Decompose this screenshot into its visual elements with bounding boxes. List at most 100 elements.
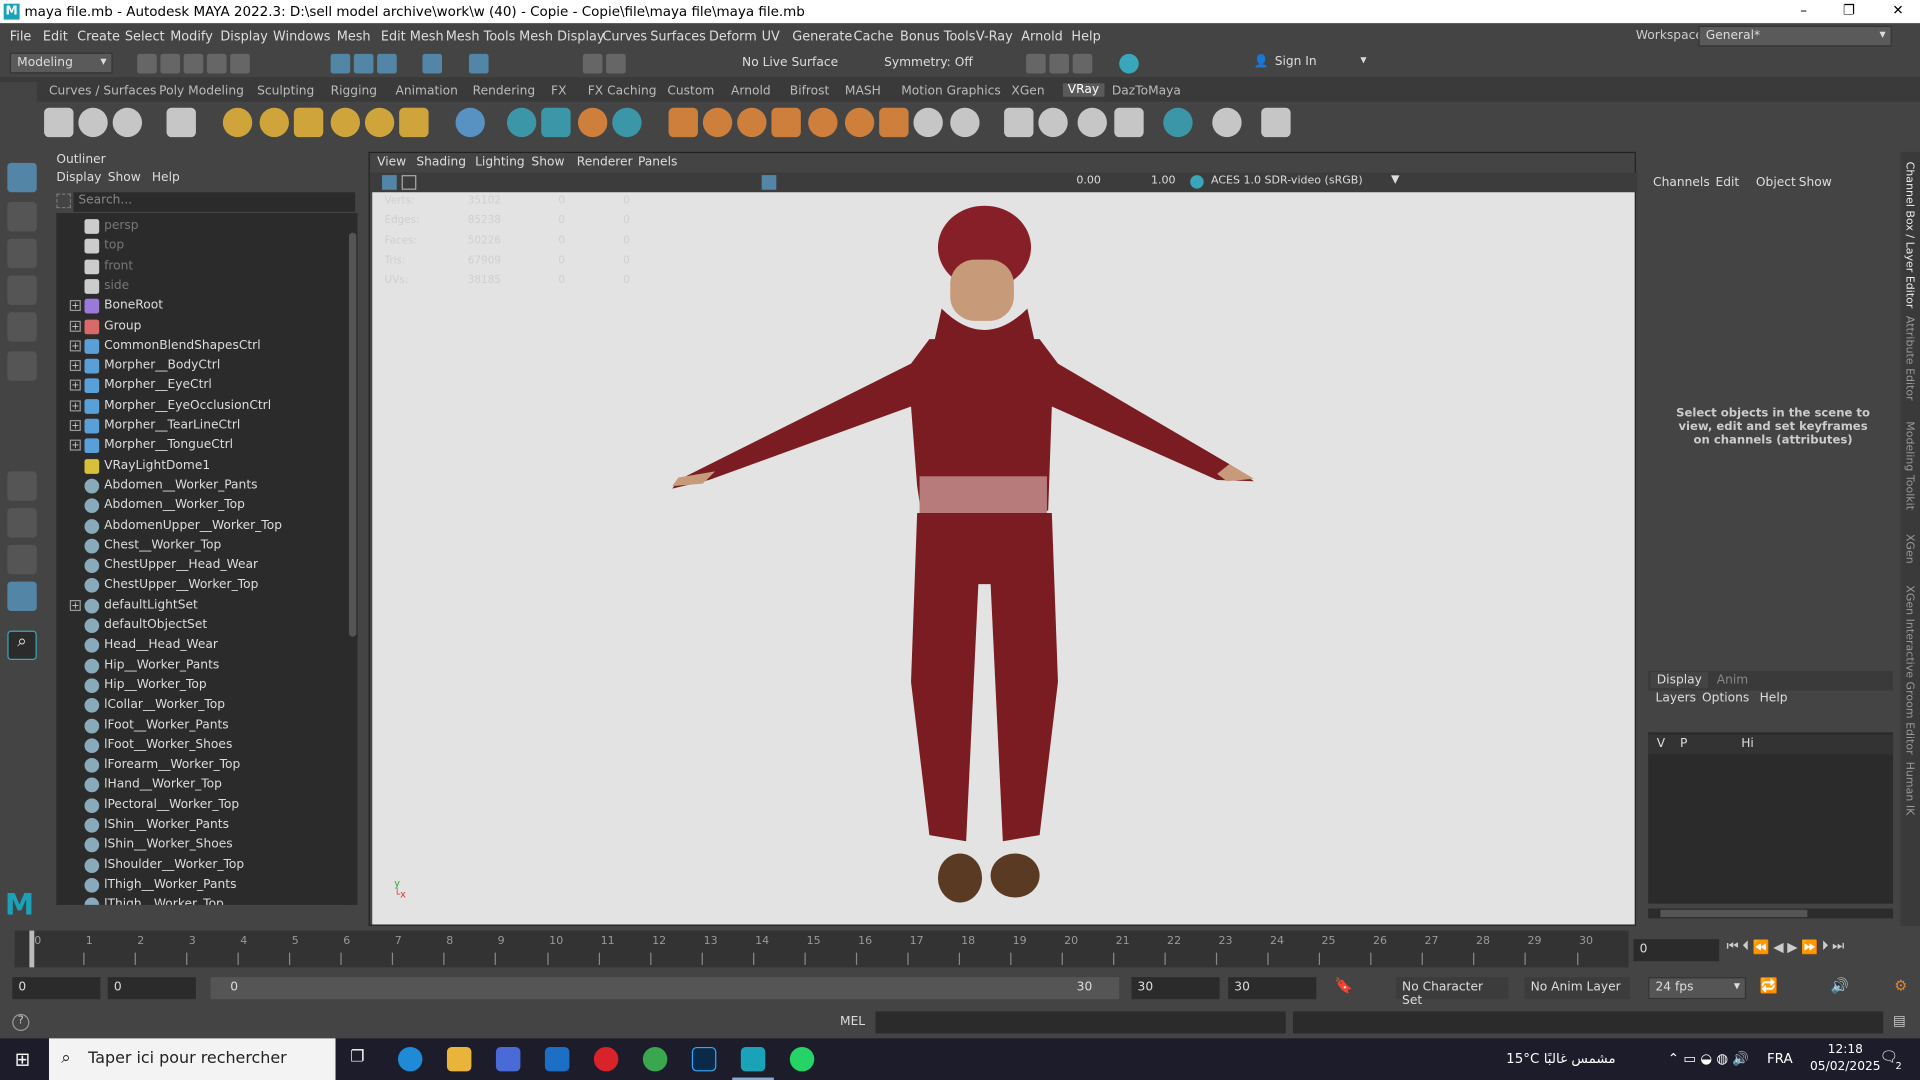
menu-display[interactable]: Display bbox=[220, 29, 267, 44]
sound-icon[interactable]: 🔊 bbox=[1831, 977, 1849, 994]
shelf-tool-icon[interactable] bbox=[541, 107, 571, 138]
shelf-tool-icon[interactable] bbox=[1114, 107, 1144, 138]
outliner-item[interactable]: ChestUpper__Head_Wear bbox=[56, 556, 350, 576]
tab-shelf-motion-graphics[interactable]: Motion Graphics bbox=[901, 84, 1000, 97]
go-to-end-icon[interactable]: ⏭ bbox=[1832, 938, 1844, 955]
photoshop-icon[interactable] bbox=[691, 1046, 717, 1072]
menu-edit-mesh[interactable]: Edit Mesh bbox=[381, 29, 444, 44]
menu-create[interactable]: Create bbox=[77, 29, 120, 44]
shelf-tool-icon[interactable] bbox=[364, 107, 395, 138]
go-to-start-icon[interactable]: ⏮ bbox=[1727, 938, 1739, 955]
outliner-item[interactable]: Abdomen__Worker_Top bbox=[56, 496, 350, 516]
outliner-item[interactable]: + Morpher__EyeOcclusionCtrl bbox=[56, 396, 350, 416]
outliner-item[interactable]: + Morpher__TearLineCtrl bbox=[56, 416, 350, 436]
tab-shelf-daztomaya[interactable]: DazToMaya bbox=[1112, 84, 1181, 97]
expand-icon[interactable]: + bbox=[69, 320, 81, 332]
undo-icon[interactable] bbox=[206, 53, 227, 74]
play-forward-icon[interactable]: ▶ bbox=[1787, 939, 1797, 955]
select-hierarchy-icon[interactable] bbox=[330, 53, 351, 74]
shaded-icon[interactable] bbox=[761, 175, 777, 190]
outliner-item[interactable]: + BoneRoot bbox=[56, 297, 350, 317]
minimize-button[interactable]: – bbox=[1791, 2, 1815, 18]
live-surface-label[interactable]: No Live Surface bbox=[742, 56, 838, 69]
character-set-dropdown[interactable]: No Character Set bbox=[1395, 977, 1509, 1008]
outliner-item[interactable]: lForearm__Worker_Top bbox=[56, 756, 350, 776]
expand-icon[interactable]: + bbox=[69, 599, 81, 611]
outliner-item[interactable]: lShin__Worker_Shoes bbox=[56, 835, 350, 855]
lasso-tool-icon[interactable] bbox=[7, 202, 37, 232]
redo-icon[interactable] bbox=[230, 53, 250, 74]
select-camera-icon[interactable] bbox=[382, 175, 397, 190]
shelf-tool-icon[interactable] bbox=[78, 107, 108, 138]
viewport-menu-view[interactable]: View bbox=[377, 156, 406, 169]
two-view-layout-icon[interactable] bbox=[7, 544, 37, 575]
outliner-item[interactable]: + Morpher__TongueCtrl bbox=[56, 436, 350, 456]
menu-help[interactable]: Help bbox=[1071, 29, 1100, 44]
exposure-value[interactable]: 0.00 bbox=[1076, 175, 1101, 187]
paint-select-tool-icon[interactable] bbox=[7, 238, 37, 269]
help-icon[interactable]: ? bbox=[12, 1013, 30, 1032]
outliner-item[interactable]: lThigh__Worker_Pants bbox=[56, 875, 350, 895]
file-explorer-icon[interactable] bbox=[446, 1046, 472, 1072]
expand-icon[interactable]: + bbox=[69, 439, 81, 451]
anim-layer-dropdown[interactable]: No Anim Layer bbox=[1524, 977, 1630, 1000]
tab-shelf-bifrost[interactable]: Bifrost bbox=[790, 84, 830, 97]
menu-bonus-tools[interactable]: Bonus Tools bbox=[900, 29, 975, 44]
menu-mesh-tools[interactable]: Mesh Tools bbox=[446, 29, 516, 44]
symmetry-label[interactable]: Symmetry: Off bbox=[884, 56, 973, 69]
tab-shelf-vray[interactable]: VRay bbox=[1062, 83, 1105, 97]
outliner-item[interactable]: Abdomen__Worker_Pants bbox=[56, 476, 350, 496]
whatsapp-icon[interactable] bbox=[789, 1046, 815, 1072]
tab-shelf-mash[interactable]: MASH bbox=[845, 84, 881, 97]
shelf-tool-icon[interactable] bbox=[808, 107, 838, 138]
expand-icon[interactable]: + bbox=[69, 360, 81, 372]
shelf-tool-icon[interactable] bbox=[1038, 107, 1068, 138]
viewport-menu-lighting[interactable]: Lighting bbox=[475, 156, 524, 169]
shelf-tool-icon[interactable] bbox=[222, 107, 253, 138]
shelf-tool-icon[interactable] bbox=[1212, 107, 1242, 138]
tab-shelf-sculpting[interactable]: Sculpting bbox=[257, 84, 314, 97]
outlook-icon[interactable] bbox=[544, 1046, 570, 1072]
character-model[interactable] bbox=[372, 192, 1634, 924]
outliner-item[interactable]: lPectoral__Worker_Top bbox=[56, 796, 350, 816]
shelf-tool-icon[interactable] bbox=[771, 107, 801, 138]
menu-cache[interactable]: Cache bbox=[853, 29, 893, 44]
select-object-icon[interactable] bbox=[353, 53, 374, 74]
outliner-scrollbar[interactable] bbox=[347, 213, 358, 905]
snap-point-icon[interactable] bbox=[468, 53, 489, 74]
render-settings-icon[interactable] bbox=[1072, 53, 1093, 74]
cb-menu-show[interactable]: Show bbox=[1799, 176, 1832, 189]
select-component-icon[interactable] bbox=[377, 53, 397, 74]
sign-in-button[interactable]: Sign In bbox=[1268, 52, 1372, 74]
clock-date[interactable]: 05/02/2025 bbox=[1802, 1060, 1888, 1073]
maximize-button[interactable]: ❐ bbox=[1837, 2, 1861, 18]
outliner-item[interactable]: Head__Head_Wear bbox=[56, 636, 350, 656]
layer-menu-layers[interactable]: Layers bbox=[1656, 692, 1697, 705]
outliner-menu-help[interactable]: Help bbox=[152, 171, 180, 184]
menu-v-ray[interactable]: V-Ray bbox=[976, 29, 1013, 44]
menu-windows[interactable]: Windows bbox=[273, 29, 330, 44]
playback-start-field[interactable]: 0 bbox=[107, 977, 196, 1000]
side-tab-xgen-interactive-groom-editor[interactable]: XGen Interactive Groom Editor bbox=[1903, 585, 1915, 754]
bookmark-icon[interactable]: 🔖 bbox=[1335, 977, 1353, 994]
step-back-frame-icon[interactable]: ⏴ bbox=[1742, 938, 1749, 955]
task-view-icon[interactable]: ❐ bbox=[350, 1048, 364, 1066]
viewport-menu-panels[interactable]: Panels bbox=[638, 156, 677, 169]
outliner-item[interactable]: front bbox=[56, 257, 350, 277]
layer-playback-toggle[interactable]: P bbox=[1680, 737, 1687, 750]
scale-tool-icon[interactable] bbox=[7, 351, 37, 381]
side-tab-modeling-toolkit[interactable]: Modeling Toolkit bbox=[1903, 421, 1915, 510]
shelf-tool-icon[interactable] bbox=[112, 107, 143, 138]
expand-icon[interactable]: + bbox=[69, 420, 81, 432]
snap-grid-icon[interactable] bbox=[422, 53, 443, 74]
gamma-value[interactable]: 1.00 bbox=[1151, 175, 1176, 187]
outliner-item[interactable]: lFoot__Worker_Pants bbox=[56, 716, 350, 736]
shelf-tool-icon[interactable] bbox=[293, 107, 324, 138]
viewport-menu-renderer[interactable]: Renderer bbox=[577, 156, 633, 169]
rotate-tool-icon[interactable] bbox=[7, 312, 37, 342]
shelf-tool-icon[interactable] bbox=[950, 107, 980, 138]
outliner-item[interactable]: + Group bbox=[56, 317, 350, 337]
ipr-render-icon[interactable] bbox=[1049, 53, 1069, 74]
tab-anim[interactable]: Anim bbox=[1717, 673, 1748, 686]
outliner-item[interactable]: lThigh__Worker_Top bbox=[56, 895, 350, 905]
